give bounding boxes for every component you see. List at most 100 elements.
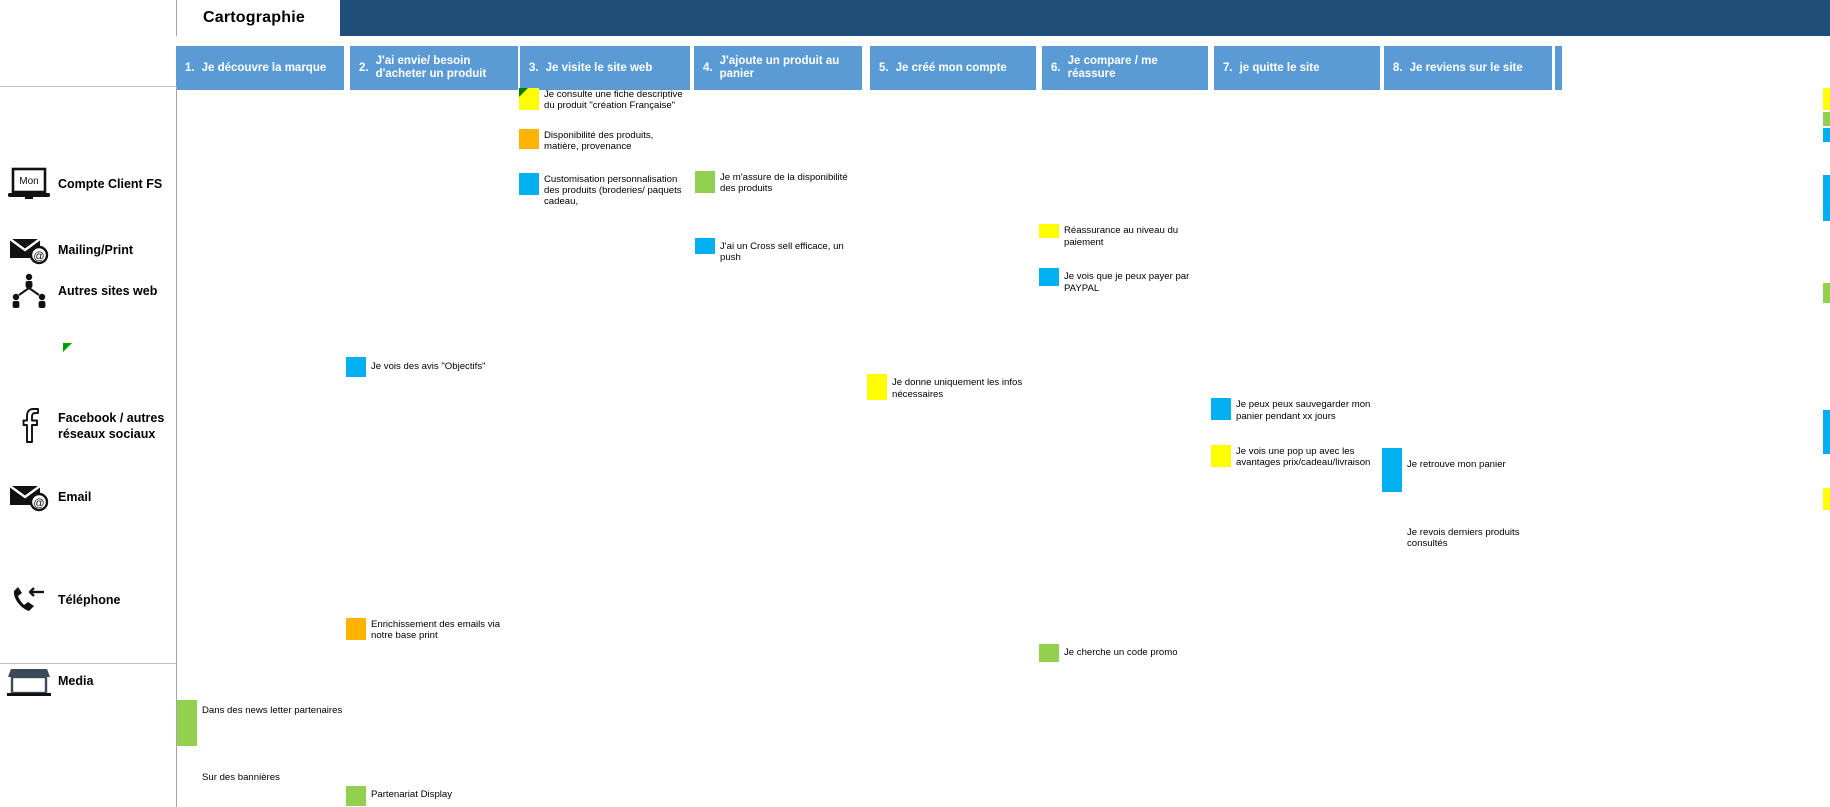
journey-note[interactable]: Je retrouve mon panier bbox=[1382, 447, 1562, 492]
sidebar-row-media[interactable]: Media bbox=[0, 664, 176, 698]
journey-note[interactable]: Dans des news letter partenaires bbox=[177, 700, 347, 747]
laptop-icon: Mon bbox=[0, 167, 58, 201]
note-color-swatch bbox=[519, 88, 539, 110]
note-spacer bbox=[177, 746, 197, 747]
journey-note[interactable]: Je donne uniquement les infos nécessaire… bbox=[867, 374, 1037, 401]
page-title: Cartographie bbox=[203, 9, 305, 26]
journey-note[interactable]: Partenariat Display bbox=[346, 785, 516, 806]
sidebar-label-media: Media bbox=[58, 674, 94, 688]
svg-text:@: @ bbox=[33, 251, 44, 263]
note-corner-marker bbox=[519, 88, 528, 97]
sidebar-row-email[interactable]: @ Email bbox=[0, 480, 176, 514]
stage-number: 2. bbox=[359, 61, 369, 74]
stage-number: 5. bbox=[879, 61, 889, 74]
note-text: Enrichissement des emails via notre base… bbox=[371, 618, 501, 641]
cartographie-board: Cartographie 1. Je découvre la marque 2. J'… bbox=[0, 0, 1830, 807]
note-color-swatch bbox=[695, 237, 715, 254]
sidebar-divider-top bbox=[0, 86, 176, 87]
note-text: Je vois que je peux payer par PAYPAL bbox=[1064, 271, 1190, 294]
note-spacer bbox=[1382, 492, 1402, 493]
note-text: Je cherche un code promo bbox=[1064, 647, 1178, 659]
journey-note[interactable]: Je vois que je peux payer par PAYPAL bbox=[1039, 268, 1219, 294]
edge-clipped-swatch-6 bbox=[1823, 410, 1830, 454]
note-text: J'ai un Cross sell efficace, un push bbox=[720, 240, 844, 264]
note-color-swatch bbox=[519, 128, 539, 149]
note-color-swatch bbox=[177, 700, 197, 747]
note-color-swatch bbox=[346, 357, 366, 378]
sidebar-label-email: Email bbox=[58, 490, 92, 504]
stage-number: 8. bbox=[1393, 61, 1403, 74]
note-text: Je vois une pop up avec les avantages pr… bbox=[1236, 445, 1371, 469]
note-color-swatch bbox=[519, 172, 539, 195]
note-color-swatch bbox=[346, 617, 366, 640]
journey-note[interactable]: Disponibilité des produits, matière, pro… bbox=[519, 128, 687, 153]
stage-header-1[interactable]: 1. Je découvre la marque bbox=[176, 46, 344, 90]
note-text: Je vois des avis "Objectifs" bbox=[371, 361, 486, 373]
note-text: Dans des news letter partenaires bbox=[202, 705, 343, 717]
stage-label: J'ajoute un produit au panier bbox=[719, 55, 840, 80]
sidebar-row-mailing-print[interactable]: @ Mailing/Print bbox=[0, 233, 176, 267]
stage-number: 7. bbox=[1223, 61, 1233, 74]
stage-label: Je visite le site web bbox=[545, 61, 653, 74]
sidebar-label-autres-sites-web: Autres sites web bbox=[58, 284, 158, 298]
edge-clipped-swatch-2 bbox=[1823, 112, 1830, 126]
stage-label: Je découvre la marque bbox=[201, 61, 327, 74]
sidebar-row-telephone[interactable]: Téléphone bbox=[0, 583, 176, 617]
stage-label: Je compare / me réassure bbox=[1067, 55, 1158, 80]
stage-number: 1. bbox=[185, 61, 195, 74]
note-color-swatch bbox=[1211, 444, 1231, 467]
storefront-icon bbox=[0, 666, 58, 696]
note-text: Je consulte une fiche descriptive du pro… bbox=[544, 89, 683, 112]
stage-label: Je reviens sur le site bbox=[1409, 61, 1523, 74]
journey-note[interactable]: Je revois derniers produits consultés bbox=[1382, 492, 1562, 550]
note-text: Disponibilité des produits, matière, pro… bbox=[544, 129, 654, 153]
journey-note[interactable]: Sur des bannières bbox=[177, 746, 347, 783]
sidebar-row-facebook-reseaux-sociaux[interactable]: Facebook / autres réseaux sociaux bbox=[0, 403, 176, 449]
journey-note[interactable]: Je consulte une fiche descriptive du pro… bbox=[519, 88, 687, 112]
journey-note[interactable]: J'ai un Cross sell efficace, un push bbox=[695, 237, 865, 264]
envelope-at-icon: @ bbox=[0, 482, 58, 512]
journey-note[interactable]: Je vois une pop up avec les avantages pr… bbox=[1211, 444, 1383, 469]
journey-note[interactable]: Réassurance au niveau du paiement bbox=[1039, 224, 1219, 248]
journey-note[interactable]: Je cherche un code promo bbox=[1039, 644, 1209, 663]
note-color-swatch bbox=[1039, 644, 1059, 663]
grid-vertical-rule bbox=[176, 86, 177, 807]
sidebar-label-facebook-reseaux-sociaux: Facebook / autres réseaux sociaux bbox=[58, 411, 165, 441]
stage-header-4[interactable]: 4. J'ajoute un produit au panier bbox=[694, 46, 862, 90]
journey-note[interactable]: Enrichissement des emails via notre base… bbox=[346, 617, 516, 642]
note-text: Je donne uniquement les infos nécessaire… bbox=[892, 377, 1023, 400]
journey-note[interactable]: Customisation personnalisation des produ… bbox=[519, 172, 687, 208]
stage-number: 6. bbox=[1051, 61, 1061, 74]
note-color-swatch bbox=[867, 374, 887, 401]
note-text: Je m'assure de la disponibilité des prod… bbox=[720, 171, 848, 195]
title-box: Cartographie bbox=[176, 0, 340, 36]
note-color-swatch bbox=[1211, 398, 1231, 421]
sidebar-row-autres-sites-web[interactable]: Autres sites web bbox=[0, 273, 176, 309]
journey-note[interactable]: Je peux peux sauvegarder mon panier pend… bbox=[1211, 398, 1383, 422]
sidebar-label-mailing-print: Mailing/Print bbox=[58, 243, 133, 257]
network-people-icon bbox=[0, 273, 58, 309]
stage-header-3[interactable]: 3. Je visite le site web bbox=[520, 46, 690, 90]
note-text: Customisation personnalisation des produ… bbox=[544, 173, 682, 208]
sidebar-row-compte-client-fs[interactable]: Mon Compte Client FS bbox=[0, 161, 176, 207]
note-text: Réassurance au niveau du paiement bbox=[1064, 225, 1179, 248]
note-color-swatch bbox=[695, 170, 715, 193]
stage-header-6[interactable]: 6. Je compare / me réassure bbox=[1042, 46, 1208, 90]
stage-number: 4. bbox=[703, 61, 713, 74]
edge-clipped-swatch-5 bbox=[1823, 283, 1830, 303]
channel-sidebar: Mon Compte Client FS @ Mailing/Print Aut… bbox=[0, 0, 176, 807]
stage-header-7[interactable]: 7. je quitte le site bbox=[1214, 46, 1380, 90]
stage-number: 3. bbox=[529, 61, 539, 74]
stage-header-5[interactable]: 5. Je créé mon compte bbox=[870, 46, 1036, 90]
journey-note[interactable]: Je vois des avis "Objectifs" bbox=[346, 357, 516, 378]
stage-header-8[interactable]: 8. Je reviens sur le site bbox=[1384, 46, 1552, 90]
envelope-at-icon: @ bbox=[0, 235, 58, 265]
edge-clipped-swatch-3 bbox=[1823, 128, 1830, 142]
stage-header-2[interactable]: 2. J'ai envie/ besoin d'acheter un produi… bbox=[350, 46, 518, 90]
phone-incoming-icon bbox=[0, 584, 58, 616]
note-text: Je peux peux sauvegarder mon panier pend… bbox=[1236, 399, 1371, 422]
note-color-swatch bbox=[1039, 224, 1059, 239]
green-flag-marker-1 bbox=[63, 343, 72, 352]
journey-note[interactable]: Je m'assure de la disponibilité des prod… bbox=[695, 170, 865, 195]
svg-text:@: @ bbox=[33, 498, 44, 510]
